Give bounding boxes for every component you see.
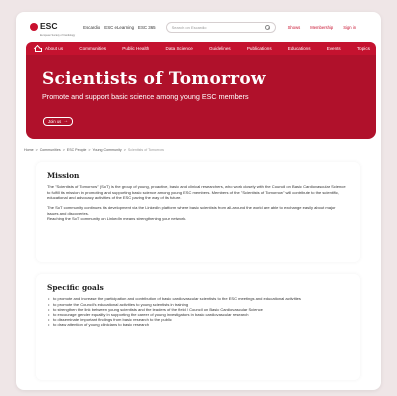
search-placeholder: Search on Escardio	[171, 24, 207, 30]
join-us-label: Join us	[48, 119, 62, 124]
nav-items: About us Communities Public Health Data …	[45, 46, 370, 51]
shows-link[interactable]: Shows	[288, 25, 301, 30]
page-title: Scientists of Tomorrow	[42, 69, 266, 89]
home-icon[interactable]	[34, 46, 42, 52]
logo-name: ESC	[40, 21, 58, 32]
top-link-esc365[interactable]: ESC 365	[138, 25, 156, 30]
page-card: ESC European Society of Cardiology Escar…	[16, 12, 381, 390]
arrow-right-icon: →	[63, 118, 69, 124]
search-input[interactable]: Search on Escardio	[165, 21, 276, 33]
join-us-button[interactable]: Join us →	[43, 117, 74, 126]
list-item: to draw attention of young clinicians to…	[47, 322, 348, 327]
breadcrumb-separator: >	[88, 148, 91, 152]
breadcrumb-communities[interactable]: Communities	[40, 148, 61, 152]
breadcrumb-home[interactable]: Home	[24, 148, 34, 152]
hero-subtitle: Promote and support basic science among …	[42, 92, 249, 101]
nav-data-science[interactable]: Data Science	[166, 46, 193, 51]
logo-tagline: European Society of Cardiology	[40, 34, 76, 38]
nav-communities[interactable]: Communities	[79, 46, 106, 51]
nav-topics[interactable]: Topics	[357, 46, 370, 51]
nav-public-health[interactable]: Public Health	[122, 46, 149, 51]
breadcrumb-separator: >	[62, 148, 65, 152]
nav-events[interactable]: Events	[327, 46, 341, 51]
mission-section: Mission The "Scientists of Tomorrow" (So…	[36, 162, 360, 262]
membership-link[interactable]: Membership	[310, 25, 333, 30]
nav-publications[interactable]: Publications	[247, 46, 272, 51]
sign-in-link[interactable]: Sign in	[343, 25, 356, 30]
nav-educations[interactable]: Educations	[288, 46, 311, 51]
breadcrumb-current: Scientists of Tomorrow	[127, 148, 164, 152]
mission-heading: Mission	[47, 171, 80, 180]
heart-logo-icon	[30, 23, 38, 31]
breadcrumb-young-community[interactable]: Young Community	[92, 148, 121, 152]
breadcrumb-esc-people[interactable]: ESC People	[67, 148, 87, 152]
top-link-escardio[interactable]: Escardio	[83, 25, 100, 30]
mission-paragraph-2: The SoT community continues its developm…	[47, 205, 336, 216]
breadcrumb-separator: >	[123, 148, 126, 152]
mission-paragraph-3: Reaching the SoT community on LinkedIn m…	[47, 215, 187, 221]
top-link-elearning[interactable]: ESC eLearning	[104, 25, 134, 30]
search-icon[interactable]	[264, 24, 270, 30]
top-bar: ESC European Society of Cardiology Escar…	[16, 12, 381, 42]
top-links: Escardio ESC eLearning ESC 365	[83, 25, 155, 30]
mission-paragraph-1: The "Scientists of Tomorrow" (SoT) is th…	[47, 184, 346, 200]
esc-logo[interactable]: ESC European Society of Cardiology	[30, 16, 75, 38]
goals-heading: Specific goals	[47, 283, 104, 292]
breadcrumb: Home > Communities > ESC People > Young …	[24, 148, 164, 152]
breadcrumb-separator: >	[35, 148, 38, 152]
nav-guidelines[interactable]: Guidelines	[209, 46, 231, 51]
utility-links: Shows Membership Sign in	[288, 25, 356, 30]
goals-section: Specific goals to promote and increase t…	[36, 274, 360, 380]
hero-banner: Scientists of Tomorrow Promote and suppo…	[26, 55, 376, 139]
logo-text-block: ESC European Society of Cardiology	[40, 16, 75, 38]
nav-about-us[interactable]: About us	[45, 46, 63, 51]
main-nav: About us Communities Public Health Data …	[26, 42, 376, 55]
goals-list: to promote and increase the participatio…	[47, 296, 348, 327]
